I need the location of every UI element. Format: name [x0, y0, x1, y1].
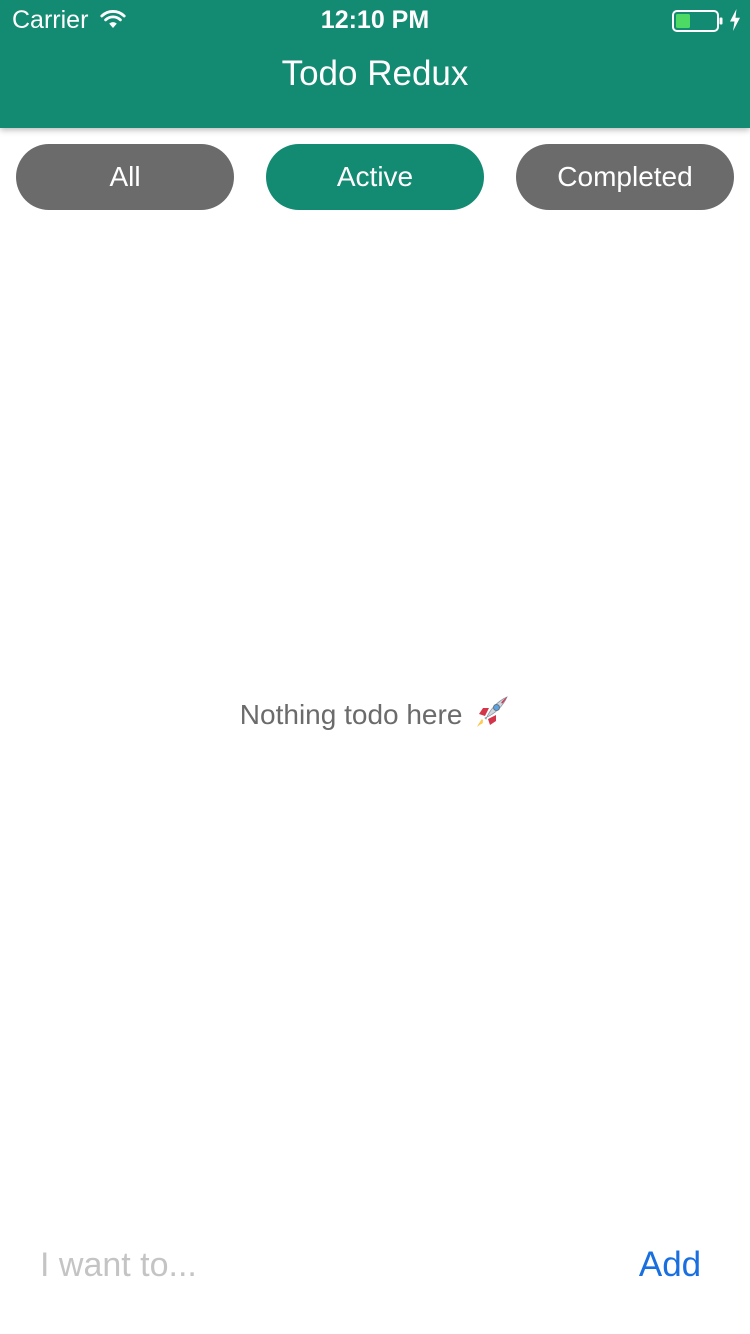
add-button[interactable]: Add — [630, 1240, 710, 1290]
filter-active-button[interactable]: Active — [266, 144, 484, 210]
status-time: 12:10 PM — [320, 6, 430, 34]
empty-state-message: Nothing todo here — [239, 699, 463, 730]
filter-completed-button[interactable]: Completed — [516, 144, 734, 210]
filter-all-button[interactable]: All — [16, 144, 234, 210]
battery-icon — [672, 10, 723, 32]
empty-state: Nothing todo here — [0, 694, 750, 735]
status-bar: Carrier 12:10 PM — [0, 0, 750, 40]
charging-bolt-icon — [730, 9, 740, 31]
rocket-icon — [477, 696, 508, 727]
app-header: Carrier 12:10 PM Todo Redux — [0, 0, 750, 128]
new-todo-input[interactable] — [40, 1240, 600, 1290]
todo-app-screen: Carrier 12:10 PM Todo Redux All Active C… — [0, 0, 750, 1334]
page-title: Todo Redux — [281, 54, 469, 93]
